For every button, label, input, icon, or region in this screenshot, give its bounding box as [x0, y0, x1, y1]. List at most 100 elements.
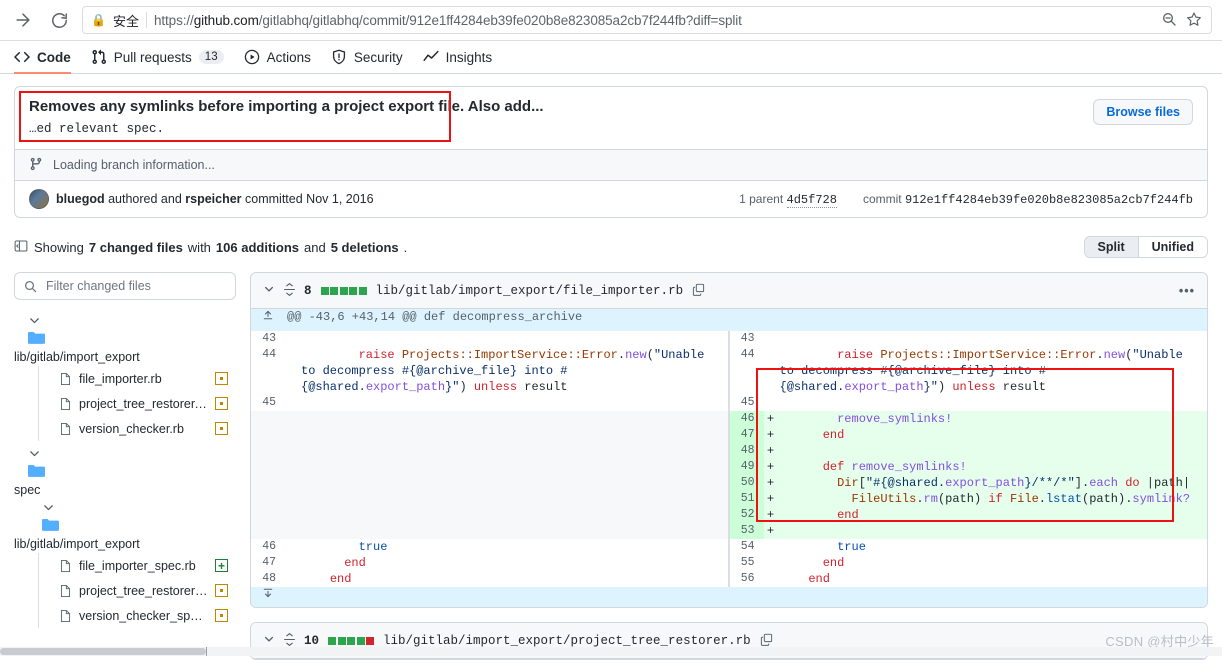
star-icon[interactable] — [1185, 11, 1203, 30]
file-icon — [59, 422, 72, 436]
tree-file-item[interactable]: version_checker.rb — [39, 416, 236, 441]
chevron-down-icon[interactable] — [263, 283, 275, 298]
code-left-empty — [299, 491, 729, 507]
code-left: true — [299, 539, 729, 555]
diff-row-context: 45 45 — [251, 395, 1207, 411]
line-sign-left — [285, 539, 299, 555]
hunk-header-text: @@ -43,6 +43,14 @@ def decompress_archiv… — [285, 309, 1207, 331]
diff-row-context: 47 end 55 end — [251, 555, 1207, 571]
changes-count: 10 — [304, 633, 320, 648]
status-modified-icon — [215, 422, 228, 435]
committed-text: committed — [245, 192, 303, 206]
folder-label[interactable]: spec — [14, 482, 236, 499]
tree-file-name: project_tree_restorer_sp... — [79, 583, 208, 598]
file-icon — [59, 559, 72, 573]
tab-security[interactable]: Security — [331, 41, 403, 74]
file-path[interactable]: lib/gitlab/import_export/project_tree_re… — [383, 634, 751, 648]
avatar[interactable] — [29, 189, 49, 209]
diff-row-context: 44 raise Projects::ImportService::Error.… — [251, 347, 1207, 395]
chevron-down-icon[interactable] — [263, 633, 275, 648]
unified-view-button[interactable]: Unified — [1137, 237, 1207, 257]
line-number-left-empty — [251, 523, 285, 539]
code-right: end — [777, 507, 1207, 523]
tree-file-name: project_tree_restorer.rb — [79, 396, 208, 411]
tab-insights[interactable]: Insights — [423, 41, 493, 74]
horizontal-scrollbar[interactable] — [0, 647, 1222, 656]
line-number-right: 56 — [729, 571, 764, 587]
code-left-empty — [299, 459, 729, 475]
folder-label[interactable]: lib/gitlab/import_export — [14, 349, 236, 366]
authored-text: authored and — [108, 192, 182, 206]
kebab-menu-icon[interactable]: ••• — [1179, 284, 1195, 298]
status-modified-icon — [215, 372, 228, 385]
tree-file-item[interactable]: project_tree_restorer.rb — [39, 391, 236, 416]
tree-file-name: file_importer_spec.rb — [79, 558, 196, 573]
line-number-right: 51 — [729, 491, 764, 507]
tree-file-name: file_importer.rb — [79, 371, 162, 386]
commit-author-row: bluegod authored and rspeicher committed… — [15, 180, 1207, 217]
line-sign-left — [285, 395, 299, 411]
split-view-button[interactable]: Split — [1084, 237, 1138, 257]
browser-toolbar: 🔒 安全 https://github.com/gitlabhq/gitlabh… — [0, 0, 1222, 40]
tab-code[interactable]: Code — [14, 41, 71, 74]
copy-icon[interactable] — [692, 283, 705, 299]
expand-lines-row[interactable] — [251, 587, 1207, 607]
zoom-out-icon[interactable] — [1160, 11, 1178, 30]
committer-name[interactable]: rspeicher — [185, 192, 241, 206]
tab-pull-requests[interactable]: Pull requests 13 — [91, 41, 224, 74]
code-left-empty — [299, 443, 729, 459]
parent-sha[interactable]: 4d5f728 — [786, 192, 837, 208]
commit-date: Nov 1, 2016 — [306, 192, 374, 206]
commit-sha-value[interactable]: 912e1ff4284eb39fe020b8e823085a2cb7f244fb — [905, 193, 1193, 207]
line-number-right: 45 — [729, 395, 764, 411]
tree-file-item[interactable]: version_checker_spec.rb — [39, 603, 236, 628]
tree-file-item[interactable]: file_importer.rb — [39, 366, 236, 391]
expand-down-icon[interactable] — [251, 587, 285, 607]
expand-up-icon[interactable] — [251, 309, 285, 331]
line-number-right: 55 — [729, 555, 764, 571]
tree-file-item[interactable]: project_tree_restorer_sp... — [39, 578, 236, 603]
parent-info: 1 parent 4d5f728 — [739, 191, 837, 208]
expand-lines-cell[interactable] — [285, 587, 1207, 607]
reload-icon[interactable] — [46, 7, 72, 33]
author-name[interactable]: bluegod — [56, 192, 105, 206]
sidebar-expand-icon[interactable] — [14, 239, 30, 255]
branch-information-row: Loading branch information... — [15, 149, 1207, 180]
code-left-empty — [299, 475, 729, 491]
code-left: end — [299, 571, 729, 587]
commit-message-section: Removes any symlinks before importing a … — [15, 87, 1207, 149]
diff-view-toggle[interactable]: Split Unified — [1083, 236, 1208, 258]
chevron-down-icon[interactable] — [28, 499, 236, 517]
code-right: end — [822, 556, 845, 570]
shield-icon — [331, 49, 347, 65]
file-path[interactable]: lib/gitlab/import_export/file_importer.r… — [376, 284, 684, 298]
code-left-empty — [299, 523, 729, 539]
code-right: end — [808, 572, 830, 586]
line-number-right: 44 — [729, 347, 764, 395]
git-pull-request-icon — [91, 49, 107, 65]
deletions-count: 5 deletions — [330, 239, 399, 255]
commit-info: commit 912e1ff4284eb39fe020b8e823085a2cb… — [862, 191, 1193, 207]
filter-files-field[interactable] — [14, 272, 236, 300]
folder-label[interactable]: lib/gitlab/import_export — [14, 536, 236, 553]
address-bar[interactable]: 🔒 安全 https://github.com/gitlabhq/gitlabh… — [82, 6, 1212, 34]
tab-insights-label: Insights — [445, 49, 493, 65]
line-sign-left — [285, 555, 299, 571]
diff-table: @@ -43,6 +43,14 @@ def decompress_archiv… — [251, 309, 1207, 607]
line-sign-right: + — [763, 427, 778, 443]
folder-icon — [14, 464, 236, 481]
scrollbar-thumb[interactable] — [0, 648, 206, 655]
diff-column: 8 lib/gitlab/import_export/file_importer… — [250, 272, 1208, 660]
file-icon — [59, 372, 72, 386]
arrow-forward-icon[interactable] — [10, 7, 36, 33]
chevron-down-icon[interactable] — [14, 312, 236, 330]
tab-actions[interactable]: Actions — [244, 41, 311, 74]
line-sign-left-empty — [285, 523, 299, 539]
play-icon — [244, 49, 260, 65]
chevron-down-icon[interactable] — [14, 445, 236, 463]
tree-file-item[interactable]: file_importer_spec.rb + — [39, 553, 236, 578]
line-sign-right — [764, 347, 778, 395]
filter-changed-files-input[interactable] — [44, 278, 226, 294]
line-sign-left-empty — [285, 475, 299, 491]
browse-files-button[interactable]: Browse files — [1093, 99, 1193, 125]
